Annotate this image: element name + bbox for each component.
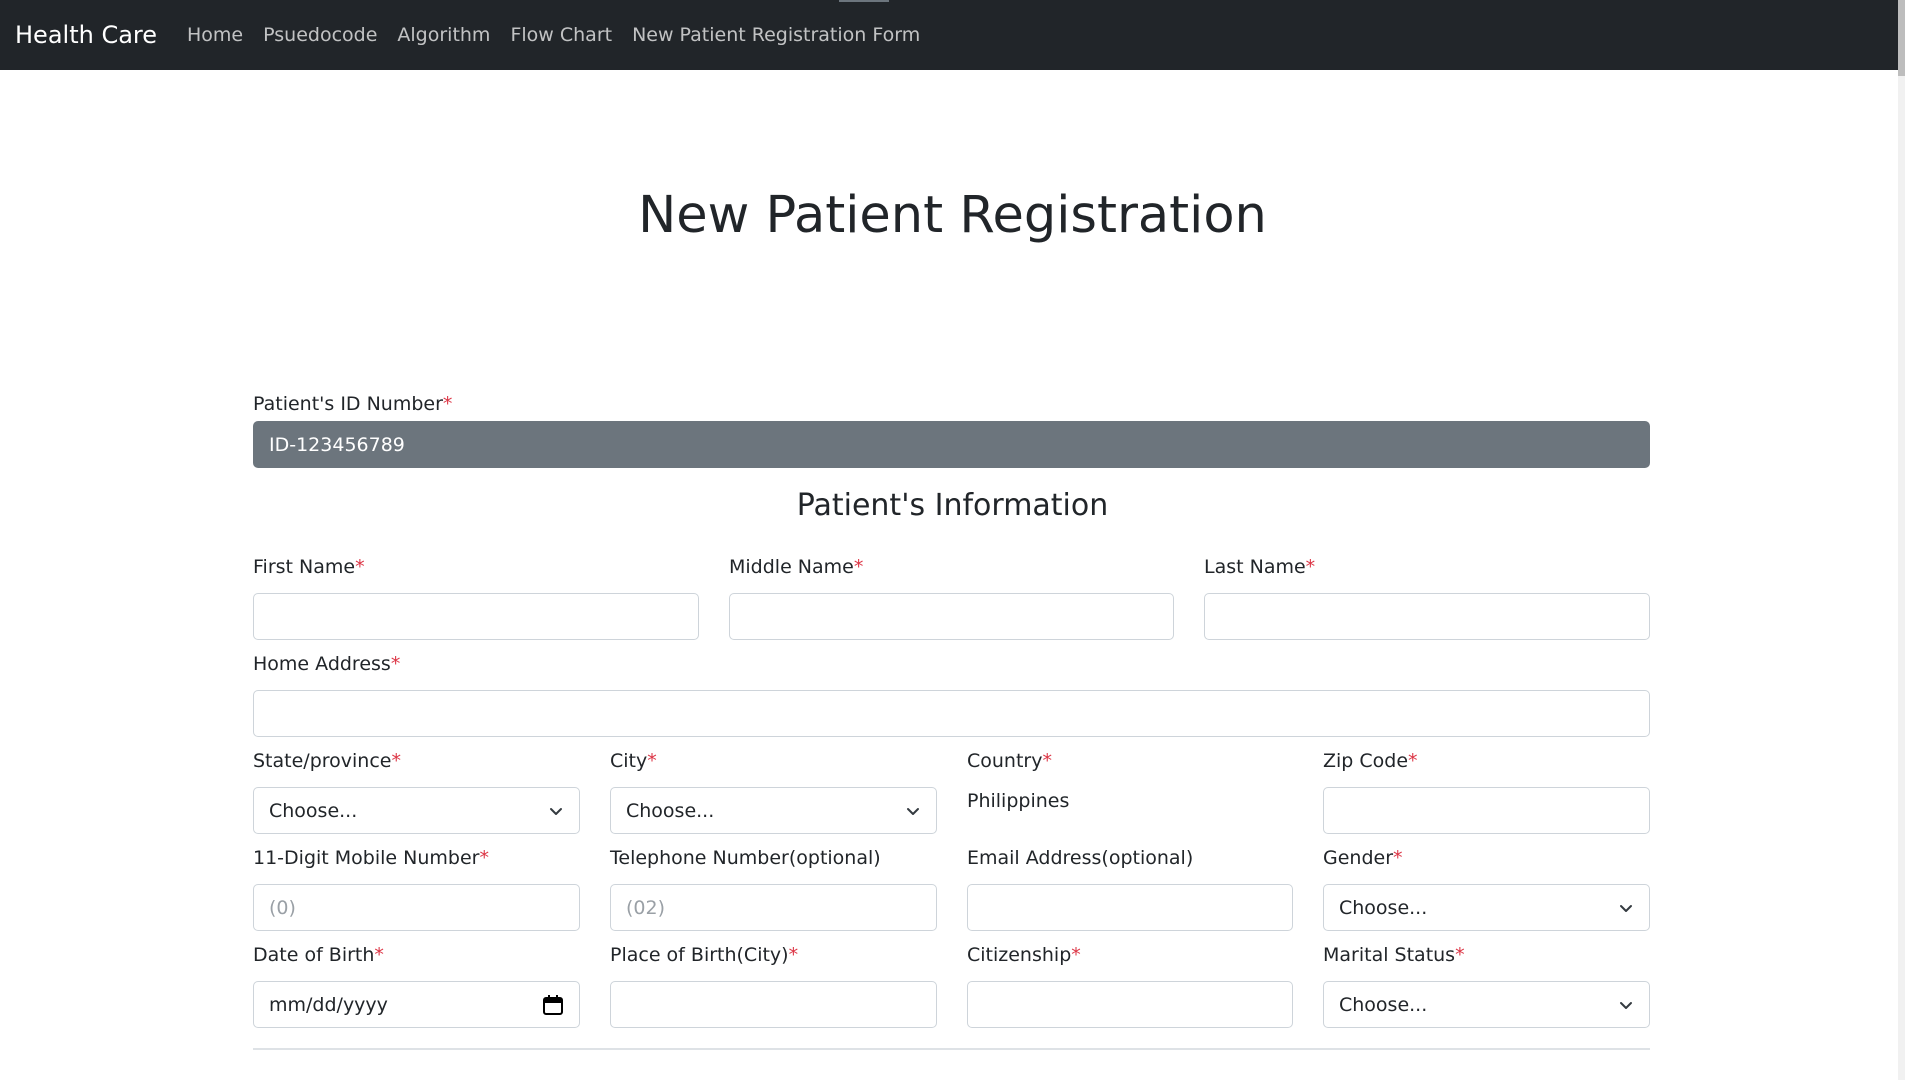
city-select[interactable]: Choose... [610, 787, 937, 834]
gender-label: Gender* [1323, 847, 1403, 869]
chevron-down-icon [1620, 904, 1632, 912]
required-mark: * [788, 944, 799, 966]
required-mark: * [479, 847, 489, 869]
home-address-label: Home Address* [253, 653, 401, 675]
middle-name-label: Middle Name* [729, 556, 864, 578]
scrollbar-thumb[interactable] [1898, 0, 1905, 76]
calendar-icon[interactable] [542, 994, 564, 1016]
state-label: State/province* [253, 750, 401, 772]
chevron-down-icon [1620, 1001, 1632, 1009]
mobile-label: 11-Digit Mobile Number* [253, 847, 489, 869]
required-mark: * [1071, 944, 1081, 966]
last-name-label: Last Name* [1204, 556, 1316, 578]
telephone-label: Telephone Number(optional) [610, 847, 881, 869]
telephone-input[interactable] [610, 884, 937, 931]
required-mark: * [1393, 847, 1403, 869]
brand-link[interactable]: Health Care [15, 21, 157, 49]
required-mark: * [1042, 750, 1052, 772]
place-of-birth-label: Place of Birth(City)* [610, 944, 799, 966]
nav-link-home[interactable]: Home [187, 24, 243, 46]
citizenship-label: Citizenship* [967, 944, 1081, 966]
required-mark: * [390, 653, 401, 675]
nav-scroll-indicator [839, 0, 889, 2]
nav-link-algorithm[interactable]: Algorithm [397, 24, 490, 46]
gender-selected-value: Choose... [1339, 896, 1428, 919]
section-divider [253, 1048, 1650, 1050]
city-label: City* [610, 750, 657, 772]
marital-status-selected-value: Choose... [1339, 993, 1428, 1016]
patient-id-field: ID-123456789 [253, 421, 1650, 468]
last-name-input[interactable] [1204, 593, 1650, 640]
patient-id-value: ID-123456789 [269, 433, 405, 456]
marital-status-select[interactable]: Choose... [1323, 981, 1650, 1028]
email-label: Email Address(optional) [967, 847, 1194, 869]
gender-select[interactable]: Choose... [1323, 884, 1650, 931]
dob-placeholder: mm/dd/yyyy [269, 993, 388, 1016]
required-mark: * [1305, 556, 1316, 578]
first-name-input[interactable] [253, 593, 699, 640]
state-selected-value: Choose... [269, 799, 358, 822]
nav-link-flow-chart[interactable]: Flow Chart [510, 24, 612, 46]
required-mark: * [391, 750, 401, 772]
chevron-down-icon [907, 807, 919, 815]
required-mark: * [1408, 750, 1418, 772]
nav-link-pseudocode[interactable]: Psuedocode [263, 24, 377, 46]
patient-id-label: Patient's ID Number* [253, 393, 453, 415]
required-mark: * [853, 556, 864, 578]
chevron-down-icon [550, 807, 562, 815]
dob-input[interactable]: mm/dd/yyyy [253, 981, 580, 1028]
zip-code-input[interactable] [1323, 787, 1650, 834]
middle-name-input[interactable] [729, 593, 1174, 640]
place-of-birth-input[interactable] [610, 981, 937, 1028]
required-mark: * [442, 393, 453, 415]
marital-status-label: Marital Status* [1323, 944, 1465, 966]
page-scrollbar[interactable] [1898, 0, 1905, 1080]
country-label: Country* [967, 750, 1052, 772]
citizenship-input[interactable] [967, 981, 1293, 1028]
required-mark: * [374, 944, 384, 966]
dob-label: Date of Birth* [253, 944, 384, 966]
zip-code-label: Zip Code* [1323, 750, 1418, 772]
first-name-label: First Name* [253, 556, 365, 578]
home-address-input[interactable] [253, 690, 1650, 737]
country-value: Philippines [967, 790, 1070, 812]
top-navbar: Health Care Home Psuedocode Algorithm Fl… [0, 0, 1905, 70]
required-mark: * [647, 750, 657, 772]
page-title: New Patient Registration [638, 186, 1267, 245]
email-input[interactable] [967, 884, 1293, 931]
required-mark: * [1455, 944, 1465, 966]
state-select[interactable]: Choose... [253, 787, 580, 834]
nav-link-registration-form[interactable]: New Patient Registration Form [632, 24, 920, 46]
mobile-input[interactable] [253, 884, 580, 931]
required-mark: * [355, 556, 365, 578]
section-heading-patient-info: Patient's Information [796, 488, 1109, 523]
city-selected-value: Choose... [626, 799, 715, 822]
